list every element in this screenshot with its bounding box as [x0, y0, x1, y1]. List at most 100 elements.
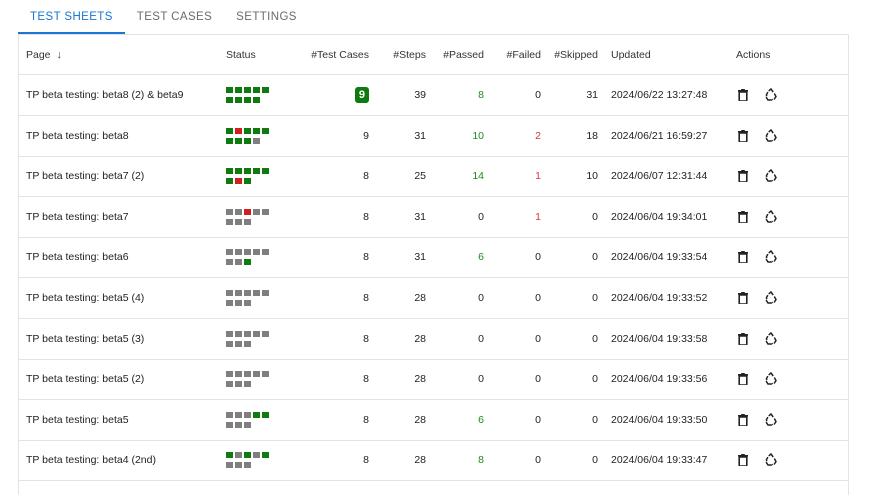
status-dots [226, 330, 269, 347]
status-dot-skipped [226, 371, 233, 378]
row-actions [736, 319, 806, 359]
status-dot-line [226, 218, 269, 225]
status-dot-line [226, 371, 269, 378]
recycle-icon[interactable] [764, 331, 778, 346]
column-header-updated[interactable]: Updated [611, 35, 721, 74]
column-header-status[interactable]: Status [226, 35, 296, 74]
trash-icon[interactable] [736, 169, 750, 183]
status-dots [226, 168, 269, 185]
table-row[interactable]: TP beta testing: beta5 (3) 8 28 0 0 0 20… [19, 319, 848, 360]
status-dot-passed [244, 97, 251, 103]
column-header-test-cases[interactable]: #Test Cases [299, 35, 369, 74]
table-row[interactable]: TP beta testing: beta4 (2nd) 8 28 8 0 0 … [19, 440, 848, 482]
recycle-icon[interactable] [764, 372, 778, 386]
recycle-icon[interactable] [764, 453, 778, 467]
trash-icon[interactable] [736, 250, 750, 264]
tab-test-cases[interactable]: TEST CASES [125, 0, 224, 34]
status-dot-passed [226, 168, 233, 175]
status-dot-line [226, 340, 269, 347]
status-dot-line [226, 300, 269, 306]
status-dot-line [226, 208, 269, 215]
steps-count: 39 [414, 89, 426, 101]
row-actions [736, 237, 806, 277]
status-dot-skipped [235, 340, 242, 347]
recycle-icon[interactable] [764, 250, 778, 264]
column-header-page-label: Page [26, 48, 51, 61]
trash-icon[interactable] [736, 291, 750, 305]
status-dot-line [226, 330, 269, 337]
column-header-skipped[interactable]: #Skipped [545, 35, 598, 74]
status-dot-skipped [253, 452, 260, 459]
status-dot-skipped [226, 218, 233, 225]
page-name[interactable]: TP beta testing: beta5 [26, 400, 216, 440]
trash-icon[interactable] [736, 453, 750, 467]
column-header-steps[interactable]: #Steps [375, 35, 426, 74]
passed-count: 6 [478, 413, 484, 426]
status-dot-skipped [253, 371, 260, 378]
status-dot-skipped [262, 330, 269, 337]
passed-count: 8 [478, 89, 484, 101]
page-name[interactable]: TP beta testing: beta7 (2) [26, 156, 216, 196]
table-row[interactable]: TP beta testing: beta5 (4) 8 28 0 0 0 20… [19, 278, 848, 319]
status-dot-passed [262, 87, 269, 93]
status-dot-passed [262, 411, 269, 418]
test-cases-value: 8 [363, 170, 369, 183]
trash-icon[interactable] [736, 129, 750, 143]
status-dots [226, 452, 269, 469]
table-row[interactable]: TP beta testing: beta5 8 28 6 0 0 2024/0… [19, 400, 848, 441]
steps-count: 31 [414, 251, 426, 264]
recycle-icon[interactable] [764, 88, 778, 102]
skipped-count: 31 [586, 89, 598, 101]
recycle-icon[interactable] [764, 128, 778, 143]
column-header-passed[interactable]: #Passed [431, 35, 484, 74]
trash-icon[interactable] [736, 210, 750, 224]
table-row[interactable]: TP beta testing: beta7 (2) 8 25 14 1 10 … [19, 156, 848, 198]
page-name[interactable]: TP beta testing: beta6 [26, 237, 216, 277]
page-name[interactable]: TP beta testing: beta5 (2) [26, 359, 216, 399]
table-row[interactable]: TP beta testing: beta6 8 31 6 0 0 2024/0… [19, 237, 848, 279]
page-name[interactable]: TP beta testing: beta8 [26, 116, 216, 156]
steps-count: 31 [414, 129, 426, 142]
updated-timestamp: 2024/06/21 16:59:27 [611, 129, 708, 142]
status-dot-skipped [235, 330, 242, 337]
steps-count: 28 [414, 373, 426, 386]
test-cases-count: 8 [299, 197, 369, 237]
status-dot-passed [235, 137, 242, 144]
updated-timestamp: 2024/06/04 19:33:47 [611, 454, 708, 467]
status-dot-skipped [226, 381, 233, 388]
status-dot-passed [226, 127, 233, 134]
trash-icon[interactable] [736, 372, 750, 386]
status-indicator [226, 75, 296, 115]
table-row[interactable]: TP beta testing: beta7 8 31 0 1 0 2024/0… [19, 197, 848, 238]
trash-icon[interactable] [736, 88, 750, 102]
column-header-page[interactable]: Page ↓ [26, 35, 216, 74]
column-header-failed[interactable]: #Failed [489, 35, 541, 74]
table-row[interactable]: TP beta testing: beta8 (2) & beta9 9 39 … [19, 75, 848, 116]
status-indicator [226, 400, 296, 440]
recycle-icon[interactable] [764, 169, 778, 183]
passed-count: 0 [478, 373, 484, 386]
row-actions [736, 278, 806, 318]
status-dot-line [226, 168, 269, 175]
recycle-icon[interactable] [764, 291, 778, 305]
table-row[interactable]: TP beta testing: beta5 (2) 8 28 0 0 0 20… [19, 359, 848, 401]
trash-icon[interactable] [736, 332, 750, 346]
page-name[interactable]: TP beta testing: beta4 (2nd) [26, 440, 216, 480]
status-dot-passed [226, 137, 233, 144]
recycle-icon[interactable] [764, 412, 778, 427]
status-dot-line [226, 178, 269, 185]
status-dots [226, 208, 269, 225]
arrow-down-icon[interactable]: ↓ [57, 49, 63, 61]
page-name[interactable]: TP beta testing: beta5 (4) [26, 278, 216, 318]
trash-icon[interactable] [736, 413, 750, 427]
page-name[interactable]: TP beta testing: beta8 (2) & beta9 [26, 75, 216, 115]
page-name[interactable]: TP beta testing: beta5 (3) [26, 319, 216, 359]
table-row[interactable]: TP beta testing: beta8 9 31 10 2 18 2024… [19, 116, 848, 157]
tab-settings[interactable]: SETTINGS [224, 0, 309, 34]
test-cases-value: 9 [354, 87, 369, 103]
recycle-icon[interactable] [764, 209, 778, 224]
status-dot-skipped [244, 411, 251, 418]
tab-test-sheets[interactable]: TEST SHEETS [18, 0, 125, 34]
status-dot-passed [244, 137, 251, 144]
page-name[interactable]: TP beta testing: beta7 [26, 197, 216, 237]
